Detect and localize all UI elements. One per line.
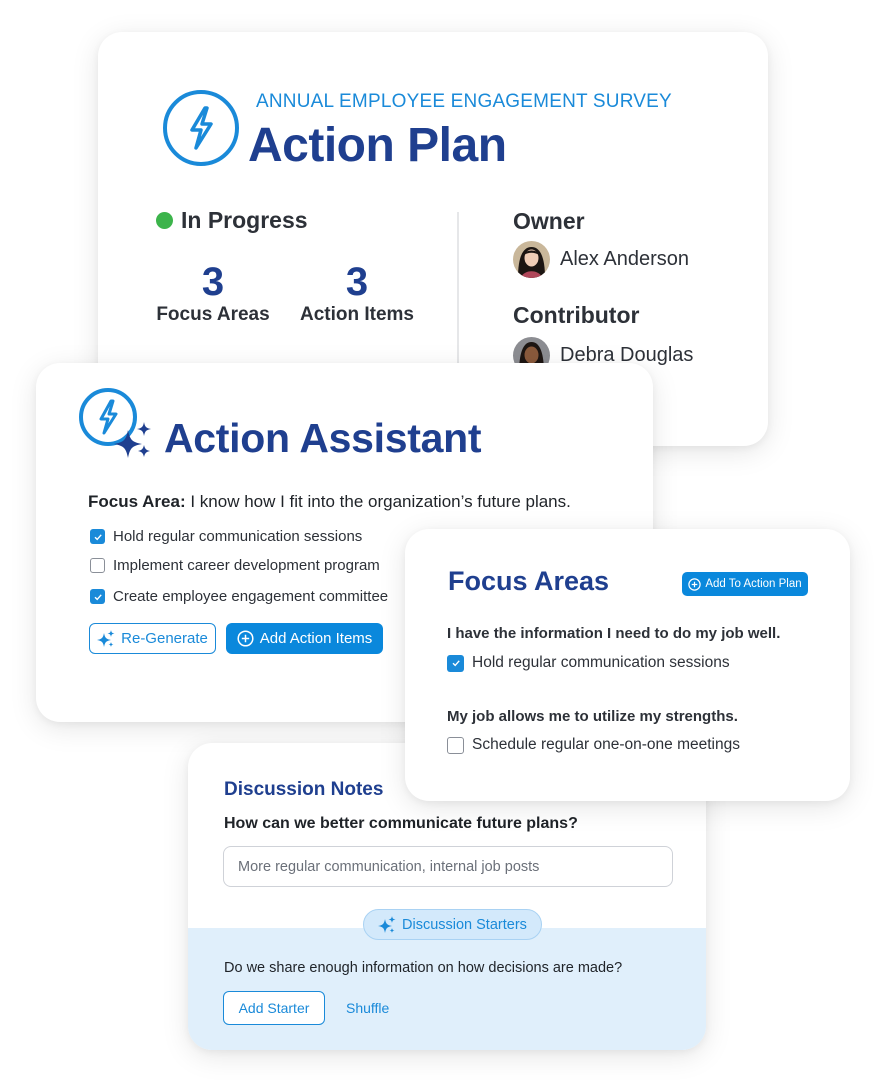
survey-subtitle: ANNUAL EMPLOYEE ENGAGEMENT SURVEY [256, 91, 672, 112]
focus-area-item[interactable]: Hold regular communication sessions [447, 654, 730, 672]
checkbox-checked[interactable] [90, 529, 105, 544]
sparkle-icon [378, 915, 396, 933]
focus-area-text: I know how I fit into the organization’s… [185, 492, 571, 511]
focus-areas-title: Focus Areas [448, 566, 610, 596]
owner-name: Alex Anderson [560, 248, 689, 270]
lightning-bolt-circle-icon [163, 90, 239, 166]
add-action-items-button[interactable]: Add Action Items [226, 623, 383, 654]
focus-area-line: Focus Area: I know how I fit into the or… [88, 492, 571, 512]
checkbox-unchecked[interactable] [447, 736, 464, 754]
focus-area-question: I have the information I need to do my j… [447, 625, 781, 642]
discussion-question: How can we better communicate future pla… [224, 815, 578, 832]
owner-person[interactable]: Alex Anderson [513, 241, 689, 278]
add-to-action-plan-label: Add To Action Plan [705, 578, 802, 590]
action-item[interactable]: Implement career development program [90, 557, 380, 574]
page-title: Action Plan [248, 119, 507, 172]
plus-circle-icon [688, 577, 702, 591]
status-label: In Progress [181, 207, 308, 233]
checkbox-checked[interactable] [90, 589, 105, 604]
action-item-label: Implement career development program [113, 557, 380, 574]
owner-avatar [513, 241, 550, 278]
discussion-starters-label: Discussion Starters [402, 916, 527, 933]
focus-area-question: My job allows me to utilize my strengths… [447, 708, 738, 725]
add-starter-button[interactable]: Add Starter [223, 991, 325, 1025]
action-item-label: Create employee engagement committee [113, 588, 389, 605]
sparkle-icon [97, 629, 115, 647]
checkbox-unchecked[interactable] [90, 558, 105, 573]
focus-area-item-label: Hold regular communication sessions [472, 654, 730, 671]
add-action-items-label: Add Action Items [259, 630, 373, 647]
discussion-starters-panel [188, 928, 706, 1050]
discussion-notes-input[interactable]: More regular communication, internal job… [223, 846, 673, 887]
discussion-starters-tab[interactable]: Discussion Starters [363, 909, 542, 940]
regenerate-label: Re-Generate [121, 630, 208, 647]
focus-area-item-label: Schedule regular one-on-one meetings [472, 736, 740, 753]
divider [457, 212, 459, 364]
focus-area-item[interactable]: Schedule regular one-on-one meetings [447, 736, 740, 754]
focus-areas-label: Focus Areas [156, 304, 270, 325]
checkbox-checked[interactable] [447, 654, 464, 672]
action-item[interactable]: Create employee engagement committee [90, 588, 388, 605]
plus-circle-icon [237, 630, 254, 647]
discussion-notes-title: Discussion Notes [224, 779, 384, 800]
focus-areas-stat: 3 Focus Areas [154, 260, 272, 326]
shuffle-link[interactable]: Shuffle [346, 1000, 389, 1016]
lightning-bolt-sparkle-icon [79, 388, 151, 458]
status-badge: In Progress [156, 207, 308, 234]
action-items-count: 3 [345, 260, 369, 304]
add-to-action-plan-button[interactable]: Add To Action Plan [682, 572, 808, 596]
focus-areas-count: 3 [201, 260, 225, 304]
focus-area-label: Focus Area: [88, 492, 186, 511]
starter-question: Do we share enough information on how de… [224, 960, 623, 976]
owner-heading: Owner [513, 208, 585, 234]
action-items-label: Action Items [299, 304, 415, 325]
contributor-heading: Contributor [513, 302, 640, 328]
action-item-label: Hold regular communication sessions [113, 528, 363, 545]
assistant-title: Action Assistant [164, 415, 482, 461]
regenerate-button[interactable]: Re-Generate [89, 623, 216, 654]
action-items-stat: 3 Action Items [296, 260, 418, 326]
action-item[interactable]: Hold regular communication sessions [90, 528, 362, 545]
focus-areas-card: Focus Areas Add To Action Plan I have th… [405, 529, 850, 801]
status-dot-icon [156, 212, 173, 229]
